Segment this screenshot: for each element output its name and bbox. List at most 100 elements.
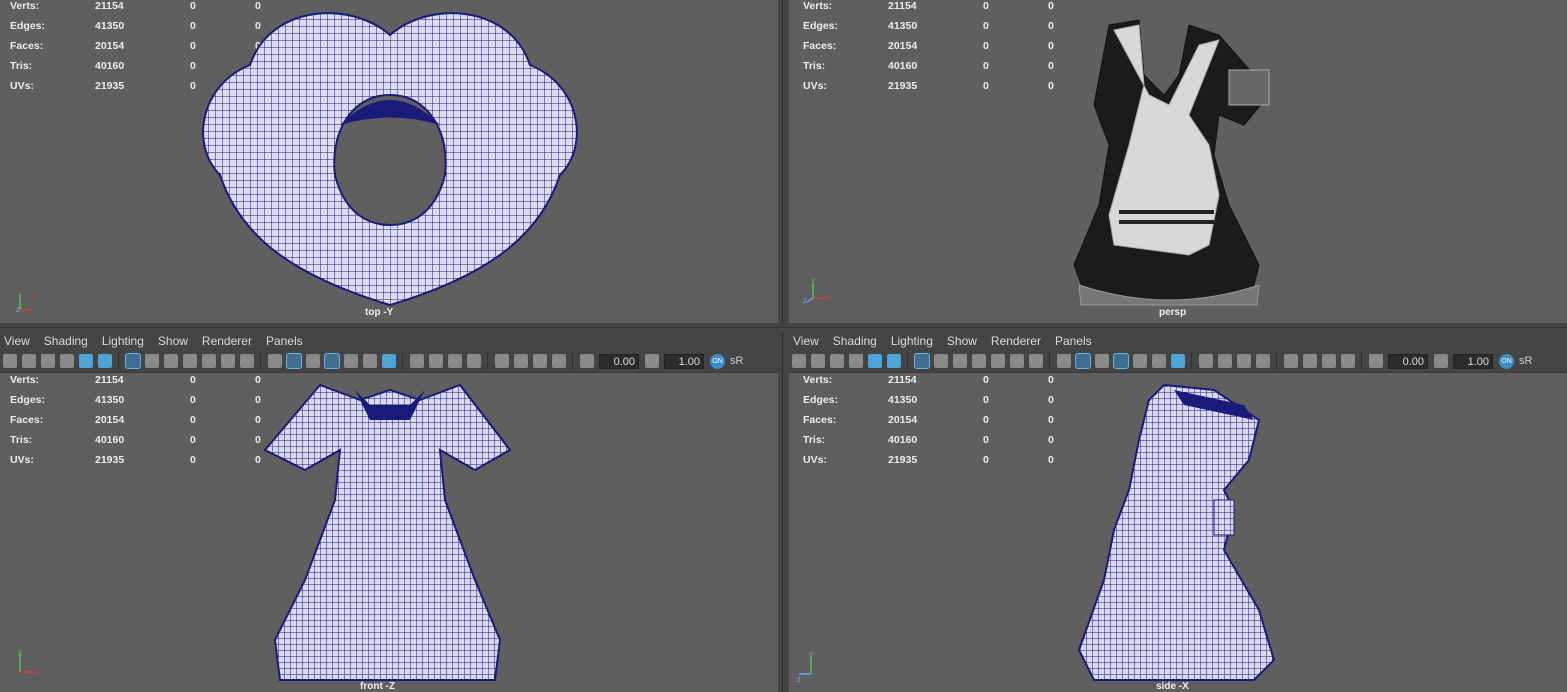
grease-pencil-icon[interactable]: [887, 354, 901, 368]
stat-label: Tris:: [10, 434, 33, 446]
resolution-gate-icon[interactable]: [953, 354, 967, 368]
menu-lighting[interactable]: Lighting: [891, 334, 933, 348]
viewport-divider-vertical[interactable]: [778, 0, 789, 692]
xray-icon[interactable]: [514, 354, 528, 368]
textured-icon[interactable]: [1133, 354, 1147, 368]
menu-shading[interactable]: Shading: [833, 334, 877, 348]
exposure-field[interactable]: 0.00: [1388, 353, 1428, 369]
stat-label: Faces:: [803, 40, 837, 52]
panel-menubar: View Shading Lighting Show Renderer Pane…: [789, 332, 1567, 350]
dress-shaded-persp[interactable]: [1069, 15, 1289, 320]
motion-blur-icon[interactable]: [429, 354, 443, 368]
shadows-icon[interactable]: [382, 354, 396, 368]
gamma-icon: [1434, 354, 1448, 368]
color-management-toggle[interactable]: ON: [1499, 353, 1514, 369]
dress-wireframe-top[interactable]: [180, 5, 600, 315]
ambient-occlusion-icon[interactable]: [1199, 354, 1213, 368]
image-plane-icon[interactable]: [60, 354, 74, 368]
default-material-icon[interactable]: [1095, 354, 1109, 368]
isolate-select-icon[interactable]: [1284, 354, 1298, 368]
xray-active-icon[interactable]: [533, 354, 547, 368]
stat-label: Tris:: [803, 60, 826, 72]
grid-icon[interactable]: [914, 353, 930, 369]
viewport-side[interactable]: View Shading Lighting Show Renderer Pane…: [789, 332, 1567, 692]
depth-of-field-icon[interactable]: [1256, 354, 1270, 368]
safe-title-icon[interactable]: [1029, 354, 1043, 368]
resolution-gate-icon[interactable]: [164, 354, 178, 368]
xray-joints-icon[interactable]: [1341, 354, 1355, 368]
dress-wireframe-side[interactable]: [1074, 380, 1294, 692]
axis-gizmo: z x: [16, 292, 36, 314]
menu-show[interactable]: Show: [947, 334, 977, 348]
camera-attributes-icon[interactable]: [22, 354, 36, 368]
isolate-select-icon[interactable]: [495, 354, 509, 368]
gamma-field[interactable]: 1.00: [1453, 353, 1493, 369]
viewport-front[interactable]: View Shading Lighting Show Renderer Pane…: [0, 332, 778, 692]
anti-aliasing-icon[interactable]: [1237, 354, 1251, 368]
smooth-shade-icon[interactable]: [286, 353, 302, 369]
stat-zero: 0: [983, 454, 989, 466]
motion-blur-icon[interactable]: [1218, 354, 1232, 368]
safe-title-icon[interactable]: [240, 354, 254, 368]
exposure-field[interactable]: 0.00: [599, 353, 639, 369]
default-material-icon[interactable]: [306, 354, 320, 368]
film-gate-icon[interactable]: [934, 354, 948, 368]
safe-action-icon[interactable]: [221, 354, 235, 368]
toolbar-separator: [572, 353, 573, 369]
bookmark-icon[interactable]: [830, 354, 844, 368]
textured-icon[interactable]: [344, 354, 358, 368]
smooth-shade-icon[interactable]: [1075, 353, 1091, 369]
stat-label: UVs:: [803, 454, 827, 466]
stat-zero: 0: [190, 434, 196, 446]
depth-of-field-icon[interactable]: [467, 354, 481, 368]
select-camera-icon[interactable]: [792, 354, 806, 368]
shadows-icon[interactable]: [1171, 354, 1185, 368]
safe-action-icon[interactable]: [1010, 354, 1024, 368]
two-d-pan-icon[interactable]: [79, 354, 93, 368]
select-camera-icon[interactable]: [3, 354, 17, 368]
wireframe-on-shaded-icon[interactable]: [1113, 353, 1129, 369]
menu-lighting[interactable]: Lighting: [102, 334, 144, 348]
lights-icon[interactable]: [363, 354, 377, 368]
gamma-field[interactable]: 1.00: [664, 353, 704, 369]
grid-icon[interactable]: [125, 353, 141, 369]
view-transform-label[interactable]: sR: [730, 355, 743, 367]
menu-shading[interactable]: Shading: [44, 334, 88, 348]
viewport-top[interactable]: Verts: 21154 0 0 Edges: 41350 0 0 Faces: 20154 0…: [0, 0, 778, 323]
lights-icon[interactable]: [1152, 354, 1166, 368]
menu-view[interactable]: View: [793, 334, 819, 348]
xray-active-icon[interactable]: [1322, 354, 1336, 368]
grease-pencil-icon[interactable]: [98, 354, 112, 368]
menu-show[interactable]: Show: [158, 334, 188, 348]
viewport-divider-horizontal[interactable]: [0, 323, 1567, 332]
two-d-pan-icon[interactable]: [868, 354, 882, 368]
field-chart-icon[interactable]: [991, 354, 1005, 368]
axis-z-label: z: [16, 305, 20, 314]
gate-mask-icon[interactable]: [972, 354, 986, 368]
camera-attributes-icon[interactable]: [811, 354, 825, 368]
anti-aliasing-icon[interactable]: [448, 354, 462, 368]
xray-icon[interactable]: [1303, 354, 1317, 368]
gate-mask-icon[interactable]: [183, 354, 197, 368]
menu-panels[interactable]: Panels: [1055, 334, 1092, 348]
viewport-persp[interactable]: Verts: 21154 0 0 Edges: 41350 0 0 Faces: 20154 0…: [789, 0, 1567, 323]
wireframe-icon[interactable]: [1057, 354, 1071, 368]
wireframe-on-shaded-icon[interactable]: [324, 353, 340, 369]
view-transform-label[interactable]: sR: [1519, 355, 1532, 367]
toolbar-separator: [907, 353, 908, 369]
menu-view[interactable]: View: [4, 334, 30, 348]
color-management-toggle[interactable]: ON: [710, 353, 725, 369]
xray-joints-icon[interactable]: [552, 354, 566, 368]
stat-label: Verts:: [10, 374, 40, 386]
bookmark-icon[interactable]: [41, 354, 55, 368]
ambient-occlusion-icon[interactable]: [410, 354, 424, 368]
stat-uvs: 21935: [95, 454, 125, 466]
menu-renderer[interactable]: Renderer: [991, 334, 1041, 348]
film-gate-icon[interactable]: [145, 354, 159, 368]
menu-renderer[interactable]: Renderer: [202, 334, 252, 348]
wireframe-icon[interactable]: [268, 354, 282, 368]
dress-wireframe-front[interactable]: [260, 380, 520, 692]
menu-panels[interactable]: Panels: [266, 334, 303, 348]
field-chart-icon[interactable]: [202, 354, 216, 368]
image-plane-icon[interactable]: [849, 354, 863, 368]
